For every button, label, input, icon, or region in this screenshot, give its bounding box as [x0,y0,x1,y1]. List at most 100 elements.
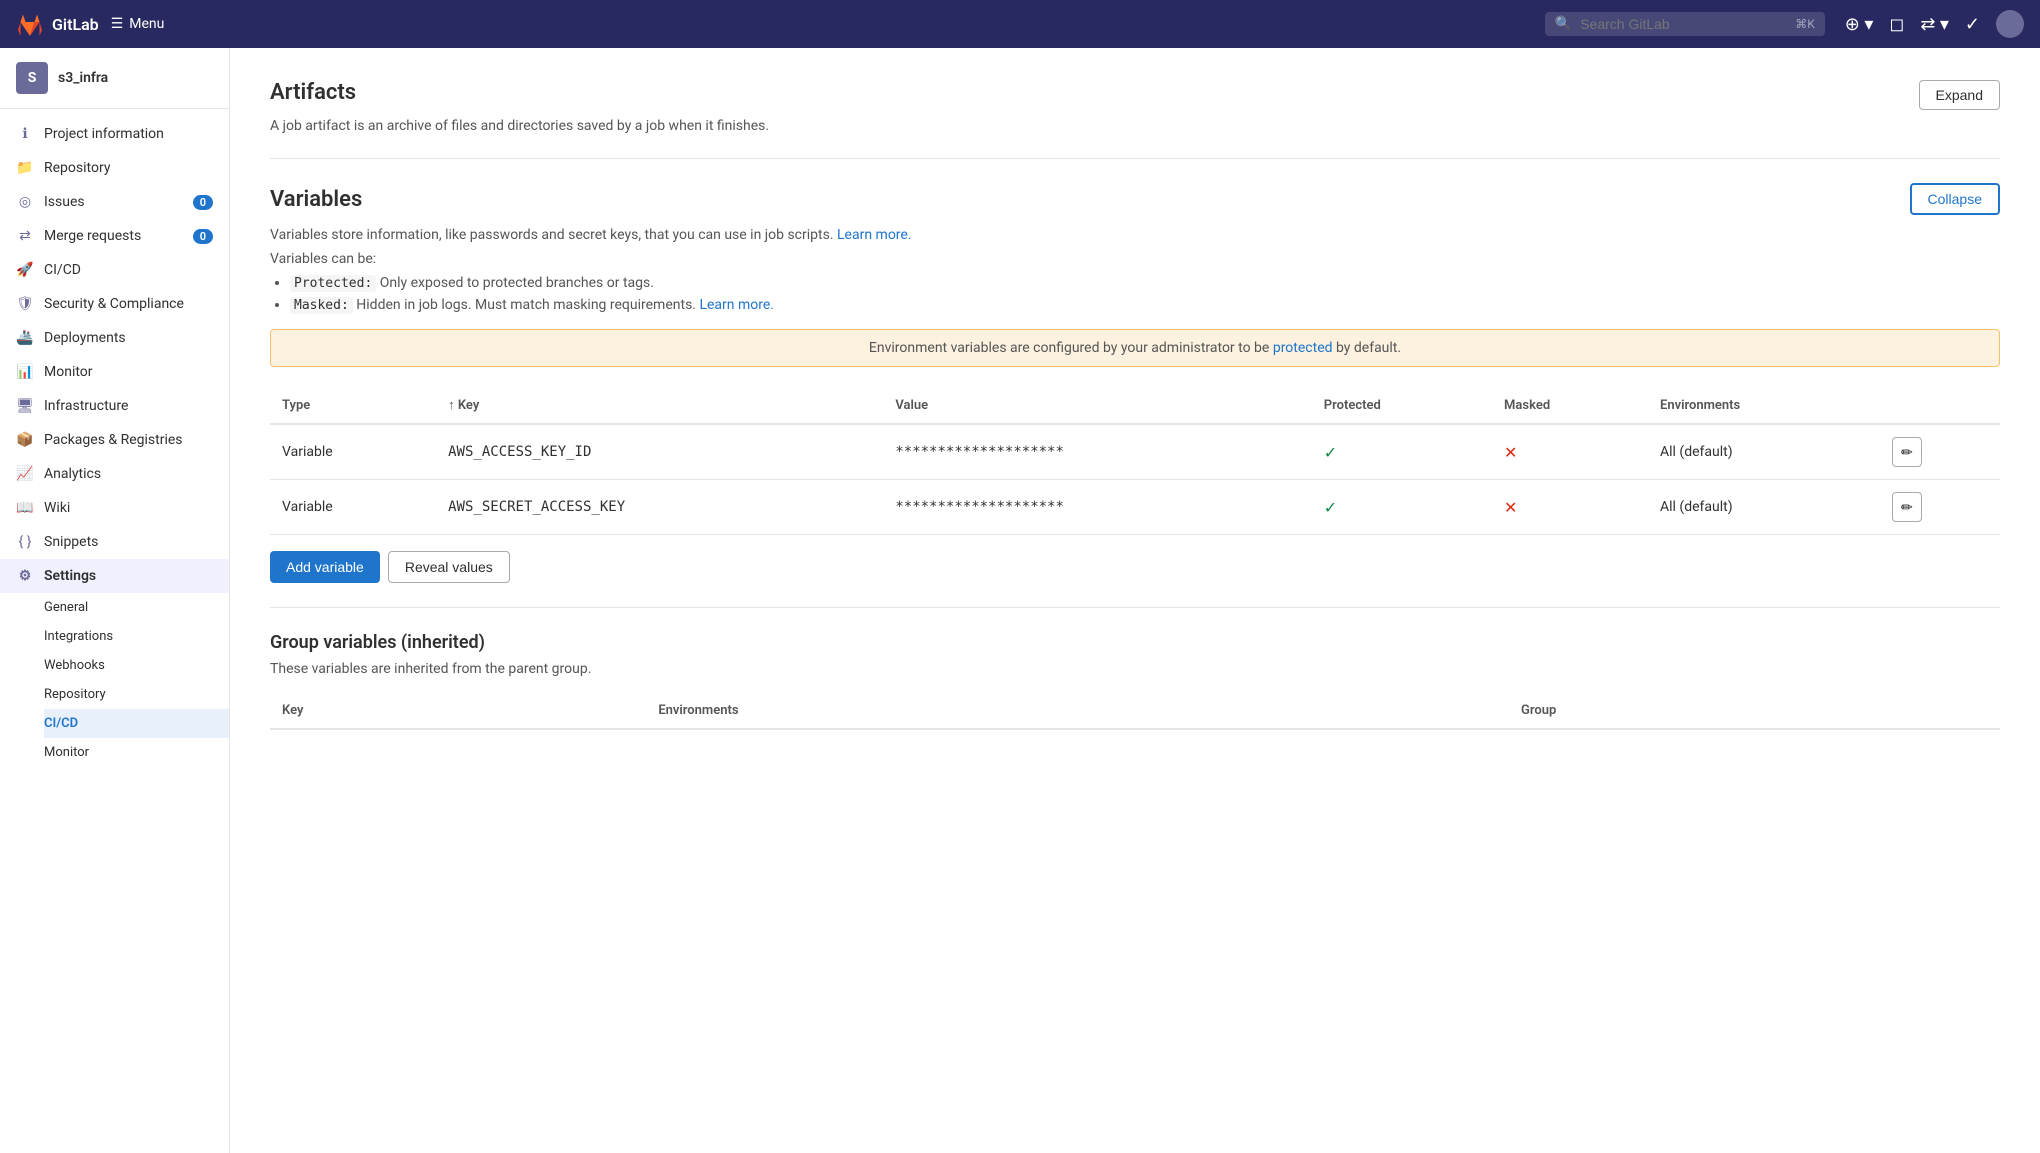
artifacts-divider [270,158,2000,159]
col-key[interactable]: ↑ Key [436,387,883,424]
sidebar-item-project-information[interactable]: ℹ Project information [0,117,229,151]
sidebar-item-monitor[interactable]: 📊 Monitor [0,355,229,389]
sidebar-item-label: Analytics [44,466,101,482]
masked-code: Masked: [290,297,353,314]
menu-label: Menu [129,16,164,32]
variables-table-body: Variable AWS_ACCESS_KEY_ID *************… [270,424,2000,535]
todos-icon[interactable]: ✓ [1965,14,1980,35]
col-protected: Protected [1312,387,1492,424]
sidebar-item-deployments[interactable]: 🚢 Deployments [0,321,229,355]
merge-requests-nav-icon: ⇄ [16,227,34,245]
sidebar-item-label: Security & Compliance [44,296,184,312]
variables-section-header: Variables Collapse [270,183,2000,215]
group-vars-description: These variables are inherited from the p… [270,661,2000,677]
reveal-values-button[interactable]: Reveal values [388,551,510,583]
gitlab-logo-icon [16,10,44,38]
search-icon: 🔍 [1555,16,1572,32]
search-input[interactable] [1580,16,1787,32]
cell-protected: ✓ [1312,480,1492,535]
cell-edit[interactable]: ✏ [1880,480,2000,535]
table-actions: Add variable Reveal values [270,551,2000,583]
sidebar-item-label: CI/CD [44,262,81,278]
cell-environments: All (default) [1648,424,1880,480]
search-shortcut: ⌘K [1795,17,1815,31]
merge-requests-icon[interactable]: ⇄ ▾ [1920,14,1949,35]
group-col-environments: Environments [646,693,1509,729]
sidebar-item-label: Issues [44,194,85,210]
col-actions [1880,387,2000,424]
variables-bullets: Protected: Only exposed to protected bra… [290,275,2000,313]
cell-key: AWS_SECRET_ACCESS_KEY [436,480,883,535]
search-bar[interactable]: 🔍 ⌘K [1545,12,1825,36]
artifacts-section-header: Artifacts Expand [270,80,2000,110]
variables-table: Type ↑ Key Value Protected Masked Enviro… [270,387,2000,535]
app-layout: S s3_infra ℹ Project information 📁 Repos… [0,48,2040,1153]
sidebar-sub-item-cicd[interactable]: CI/CD [44,709,229,738]
sidebar-item-security-compliance[interactable]: 🛡 Security & Compliance [0,287,229,321]
cell-protected: ✓ [1312,424,1492,480]
add-variable-button[interactable]: Add variable [270,551,380,583]
cell-value: ******************** [883,480,1311,535]
group-table-head: Key Environments Group [270,693,2000,729]
issues-badge: 0 [193,195,213,210]
issues-icon[interactable]: ◻ [1889,14,1904,35]
group-col-key: Key [270,693,646,729]
sidebar-nav: ℹ Project information 📁 Repository ◎ Iss… [0,109,229,775]
sidebar-item-label: Repository [44,160,110,176]
user-avatar[interactable] [1996,10,2024,38]
cell-edit[interactable]: ✏ [1880,424,2000,480]
topnav: GitLab ☰ Menu 🔍 ⌘K ⊕ ▾ ◻ ⇄ ▾ ✓ [0,0,2040,48]
sidebar-sub-item-webhooks[interactable]: Webhooks [44,651,229,680]
sidebar-item-cicd[interactable]: 🚀 CI/CD [0,253,229,287]
variables-learn-more-link[interactable]: Learn more. [837,227,912,243]
sidebar-item-label: Snippets [44,534,98,550]
variables-table-head: Type ↑ Key Value Protected Masked Enviro… [270,387,2000,424]
main-content: Artifacts Expand A job artifact is an ar… [230,48,2040,1153]
issues-nav-icon: ◎ [16,193,34,211]
cell-value: ******************** [883,424,1311,480]
edit-variable-button[interactable]: ✏ [1892,492,1922,522]
sidebar-sub-item-repository[interactable]: Repository [44,680,229,709]
sidebar-item-merge-requests[interactable]: ⇄ Merge requests 0 [0,219,229,253]
sidebar-item-settings[interactable]: ⚙ Settings [0,559,229,593]
sidebar-item-issues[interactable]: ◎ Issues 0 [0,185,229,219]
protected-code: Protected: [290,275,376,292]
project-avatar: S [16,62,48,94]
sidebar-sub-item-monitor[interactable]: Monitor [44,738,229,767]
artifacts-description: A job artifact is an archive of files an… [270,118,2000,134]
sidebar-item-analytics[interactable]: 📈 Analytics [0,457,229,491]
group-vars-title: Group variables (inherited) [270,632,2000,653]
repository-icon: 📁 [16,159,34,177]
cell-key: AWS_ACCESS_KEY_ID [436,424,883,480]
group-col-group: Group [1509,693,2000,729]
env-vars-banner: Environment variables are configured by … [270,329,2000,367]
sidebar-sub-item-general[interactable]: General [44,593,229,622]
sidebar-item-label: Packages & Registries [44,432,183,448]
edit-variable-button[interactable]: ✏ [1892,437,1922,467]
sidebar-item-repository[interactable]: 📁 Repository [0,151,229,185]
cicd-icon: 🚀 [16,261,34,279]
sidebar-item-infrastructure[interactable]: 🖥 Infrastructure [0,389,229,423]
new-item-button[interactable]: ⊕ ▾ [1845,14,1874,35]
project-header[interactable]: S s3_infra [0,48,229,109]
variables-collapse-button[interactable]: Collapse [1910,183,2000,215]
masked-learn-more-link[interactable]: Learn more. [699,297,774,313]
sidebar-item-snippets[interactable]: { } Snippets [0,525,229,559]
group-vars-divider [270,607,2000,608]
deployments-icon: 🚢 [16,329,34,347]
artifacts-expand-button[interactable]: Expand [1919,80,2000,110]
protected-check-icon: ✓ [1324,443,1337,462]
settings-sub-menu: General Integrations Webhooks Repository… [0,593,229,767]
sidebar-item-packages-registries[interactable]: 📦 Packages & Registries [0,423,229,457]
cell-environments: All (default) [1648,480,1880,535]
sidebar-sub-item-integrations[interactable]: Integrations [44,622,229,651]
table-row: Variable AWS_SECRET_ACCESS_KEY *********… [270,480,2000,535]
sidebar-item-wiki[interactable]: 📖 Wiki [0,491,229,525]
gitlab-logo[interactable]: GitLab [16,10,99,38]
group-variables-table: Key Environments Group [270,693,2000,730]
protected-link[interactable]: protected [1273,340,1333,356]
project-name: s3_infra [58,70,108,86]
menu-button[interactable]: ☰ Menu [111,16,165,32]
merge-requests-badge: 0 [193,229,213,244]
protected-check-icon: ✓ [1324,498,1337,517]
